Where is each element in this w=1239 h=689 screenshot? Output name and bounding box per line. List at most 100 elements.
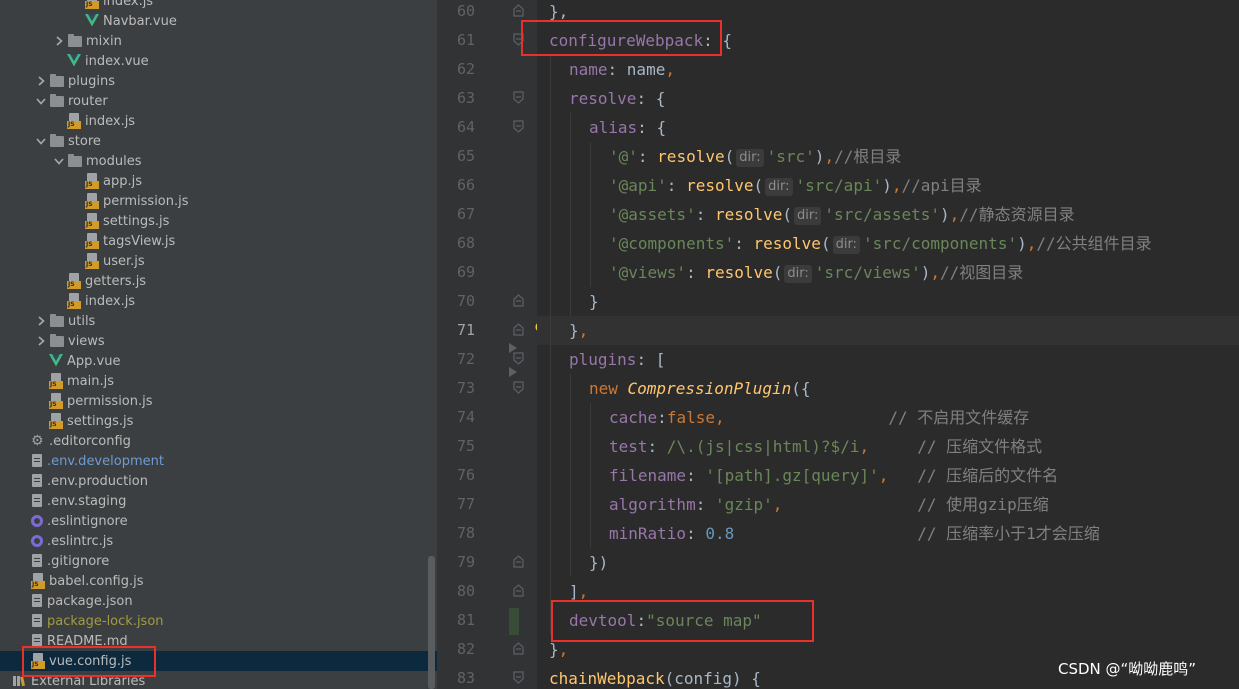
code-line[interactable]: '@api': resolve(dir:'src/api'),//api目录 (537, 171, 1239, 200)
indent-guide (550, 113, 551, 142)
line-gutter: 60 61 62 63 64 65 66 67 68 69 70 71 72 73 74 75 76 77 78 79… (437, 0, 547, 689)
gutter-row: 63 (437, 84, 537, 113)
fold-marker-icon[interactable] (513, 120, 524, 133)
tree-folder[interactable]: utils (0, 311, 437, 331)
fold-marker-icon[interactable] (513, 555, 524, 568)
tree-file[interactable]: Navbar.vue (0, 11, 437, 31)
code-token: name (569, 60, 608, 79)
tree-file[interactable]: package-lock.json (0, 611, 437, 631)
code-line[interactable]: } (537, 287, 1239, 316)
tree-folder[interactable]: views (0, 331, 437, 351)
tree-item-label: index.js (85, 293, 136, 309)
code-token: : name (607, 60, 666, 79)
folder-icon (50, 93, 64, 107)
code-text: alias: { (589, 113, 666, 142)
tree-file[interactable]: .env.development (0, 451, 437, 471)
tree-file[interactable]: JS index.js (0, 0, 437, 11)
fold-marker-icon[interactable] (513, 352, 524, 365)
tree-file[interactable]: index.vue (0, 51, 437, 71)
tree-file[interactable]: JS main.js (0, 371, 437, 391)
tree-file[interactable]: JS tagsView.js (0, 231, 437, 251)
tree-folder[interactable]: router (0, 91, 437, 111)
line-number: 71 (456, 321, 475, 339)
code-token: , (930, 263, 941, 282)
indent-guide (570, 432, 571, 461)
code-line[interactable]: algorithm: 'gzip', // 使用gzip压缩 (537, 490, 1239, 519)
tree-file[interactable]: ⚙ .editorconfig (0, 431, 437, 451)
fold-marker-icon[interactable] (513, 294, 524, 307)
fold-marker-icon[interactable] (513, 91, 524, 104)
code-line[interactable]: '@assets': resolve(dir:'src/assets'),//静… (537, 200, 1239, 229)
fold-marker-icon[interactable] (513, 642, 524, 655)
code-line[interactable]: cache:false, // 不启用文件缓存 (537, 403, 1239, 432)
indent-guide (590, 432, 591, 461)
tree-file[interactable]: JS babel.config.js (0, 571, 437, 591)
tree-scrollbar[interactable] (428, 556, 435, 689)
parameter-hint: dir: (736, 149, 764, 167)
run-marker-icon[interactable] (509, 343, 517, 353)
js-file-icon: JS (31, 573, 45, 589)
fold-marker-icon[interactable] (513, 671, 524, 684)
fold-marker-icon[interactable] (513, 323, 524, 336)
chevron-down-icon[interactable] (35, 97, 47, 105)
chevron-down-icon[interactable] (35, 137, 47, 145)
line-number: 72 (456, 350, 475, 368)
tree-file[interactable]: JS app.js (0, 171, 437, 191)
code-line[interactable]: '@views': resolve(dir:'src/views'),//视图目… (537, 258, 1239, 287)
chevron-right-icon[interactable] (53, 36, 65, 46)
chevron-right-icon[interactable] (35, 316, 47, 326)
tree-file[interactable]: JS settings.js (0, 411, 437, 431)
run-marker-icon[interactable] (509, 367, 517, 377)
tree-file[interactable]: JS permission.js (0, 191, 437, 211)
tree-file[interactable]: JS settings.js (0, 211, 437, 231)
indent-guide (570, 142, 571, 171)
tree-file[interactable]: App.vue (0, 351, 437, 371)
code-line[interactable]: resolve: { (537, 84, 1239, 113)
code-line[interactable]: minRatio: 0.8 // 压缩率小于1才会压缩 (537, 519, 1239, 548)
fold-marker-icon[interactable] (513, 4, 524, 17)
highlight-box-devtool (551, 600, 814, 642)
code-line[interactable]: test: /\.(js|css|html)?$/i, // 压缩文件格式 (537, 432, 1239, 461)
indent-guide (550, 403, 551, 432)
tree-file[interactable]: JS permission.js (0, 391, 437, 411)
code-token: 'src/api' (795, 176, 883, 195)
code-token: 'src/assets' (824, 205, 941, 224)
tree-folder[interactable]: store (0, 131, 437, 151)
tree-item-label: package.json (47, 593, 133, 609)
code-line[interactable]: '@components': resolve(dir:'src/componen… (537, 229, 1239, 258)
js-file-icon: JS (85, 173, 99, 189)
tree-file[interactable]: package.json (0, 591, 437, 611)
chevron-down-icon[interactable] (53, 157, 65, 165)
tree-file[interactable]: JS index.js (0, 111, 437, 131)
indent-guide (550, 55, 551, 84)
code-line[interactable]: }, (537, 316, 1239, 345)
code-token: ) (920, 263, 931, 282)
line-number: 80 (456, 582, 475, 600)
fold-marker-icon[interactable] (513, 381, 524, 394)
code-token: ( (820, 234, 831, 253)
code-line[interactable]: }) (537, 548, 1239, 577)
fold-marker-icon[interactable] (513, 584, 524, 597)
tree-file[interactable]: JS getters.js (0, 271, 437, 291)
code-editor[interactable]: 60 61 62 63 64 65 66 67 68 69 70 71 72 73 74 75 76 77 78 79… (437, 0, 1239, 689)
folder-icon (50, 313, 64, 327)
chevron-right-icon[interactable] (35, 336, 47, 346)
tree-file[interactable]: .env.staging (0, 491, 437, 511)
tree-file[interactable]: .eslintrc.js (0, 531, 437, 551)
chevron-right-icon[interactable] (35, 76, 47, 86)
tree-folder[interactable]: plugins (0, 71, 437, 91)
tree-file[interactable]: .env.production (0, 471, 437, 491)
code-line[interactable]: new CompressionPlugin({ (537, 374, 1239, 403)
code-line[interactable]: name: name, (537, 55, 1239, 84)
tree-file[interactable]: JS user.js (0, 251, 437, 271)
highlight-box-vue-config (22, 646, 156, 677)
tree-folder[interactable]: modules (0, 151, 437, 171)
code-line[interactable]: filename: '[path].gz[query]', // 压缩后的文件名 (537, 461, 1239, 490)
code-line[interactable]: plugins: [ (537, 345, 1239, 374)
code-line[interactable]: alias: { (537, 113, 1239, 142)
tree-file[interactable]: .gitignore (0, 551, 437, 571)
tree-folder[interactable]: mixin (0, 31, 437, 51)
tree-file[interactable]: JS index.js (0, 291, 437, 311)
code-line[interactable]: '@': resolve(dir:'src'),//根目录 (537, 142, 1239, 171)
tree-file[interactable]: .eslintignore (0, 511, 437, 531)
